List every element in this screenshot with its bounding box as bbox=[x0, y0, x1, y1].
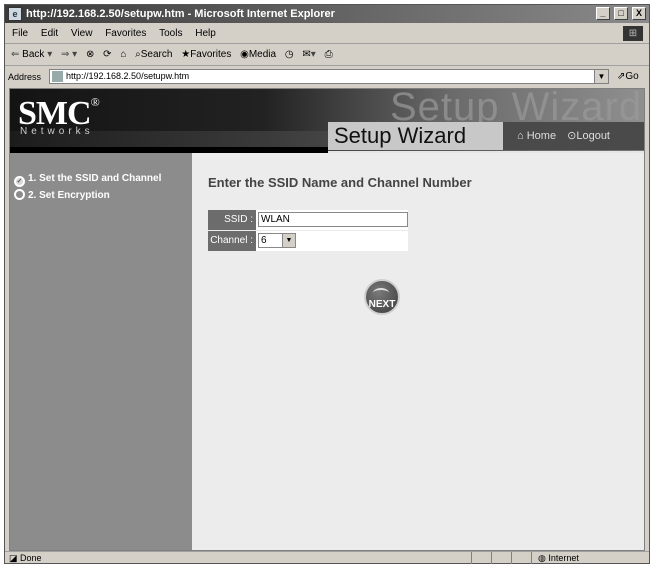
next-label: NEXT bbox=[368, 299, 396, 310]
chevron-down-icon: ▼ bbox=[282, 234, 295, 247]
logout-label: Logout bbox=[576, 130, 610, 142]
registered-mark: ® bbox=[90, 94, 100, 109]
chevron-down-icon: ▾ bbox=[47, 49, 53, 60]
menu-edit[interactable]: Edit bbox=[41, 28, 58, 39]
close-button[interactable]: X bbox=[632, 7, 646, 20]
step-ssid-channel[interactable]: ✓ 1. Set the SSID and Channel bbox=[14, 173, 161, 187]
title-bar: e http://192.168.2.50/setupw.htm - Micro… bbox=[5, 5, 649, 23]
print-button[interactable]: ⎙ bbox=[325, 45, 333, 65]
page-done-icon: ◪ bbox=[9, 553, 18, 563]
stop-button[interactable]: ⊗ bbox=[86, 45, 94, 65]
address-bar: Address http://192.168.2.50/setupw.htm ▼… bbox=[5, 67, 649, 87]
status-segment bbox=[471, 552, 492, 564]
menu-tools[interactable]: Tools bbox=[159, 28, 182, 39]
refresh-button[interactable]: ⟳ bbox=[103, 45, 111, 65]
logout-link[interactable]: ⊙Logout bbox=[567, 130, 610, 142]
page-icon bbox=[52, 71, 63, 82]
channel-label: Channel : bbox=[208, 231, 256, 251]
channel-select[interactable]: 6 ▼ bbox=[258, 233, 296, 248]
next-button[interactable]: NEXT bbox=[364, 279, 400, 315]
status-segment bbox=[491, 552, 512, 564]
step-label: 1. Set the SSID and Channel bbox=[28, 173, 162, 184]
page-content: SMC® Networks Setup Wizard Setup Wizard … bbox=[9, 88, 645, 551]
address-label: Address bbox=[8, 72, 42, 82]
page-heading: Enter the SSID Name and Channel Number bbox=[208, 175, 472, 190]
channel-value: 6 bbox=[261, 235, 267, 246]
menu-bar: File Edit View Favorites Tools Help ⊞ bbox=[5, 24, 649, 44]
status-text: ◪ Done bbox=[9, 552, 42, 564]
media-icon: ◉ bbox=[240, 49, 249, 60]
go-button[interactable]: ⇗Go bbox=[617, 67, 639, 87]
maximize-button[interactable]: □ bbox=[613, 7, 628, 20]
ssid-input[interactable]: WLAN bbox=[258, 212, 408, 227]
print-icon: ⎙ bbox=[324, 49, 333, 60]
check-circle-icon: ✓ bbox=[14, 176, 25, 187]
address-dropdown-icon[interactable]: ▼ bbox=[594, 70, 608, 83]
history-icon: ◷ bbox=[284, 49, 294, 60]
next-swoosh-icon bbox=[373, 288, 389, 298]
menu-favorites[interactable]: Favorites bbox=[105, 28, 146, 39]
favorites-label: Favorites bbox=[190, 49, 232, 60]
back-button[interactable]: ⇐ Back ▾ bbox=[11, 45, 52, 65]
browser-window: e http://192.168.2.50/setupw.htm - Micro… bbox=[4, 4, 650, 564]
globe-icon: ◍ bbox=[538, 553, 546, 563]
menu-help[interactable]: Help bbox=[195, 28, 216, 39]
menu-view[interactable]: View bbox=[71, 28, 93, 39]
menu-file[interactable]: File bbox=[12, 28, 28, 39]
favorites-icon: ★ bbox=[181, 49, 191, 60]
home-label: Home bbox=[526, 130, 557, 142]
go-label: Go bbox=[625, 71, 639, 82]
channel-row: Channel : 6 ▼ bbox=[208, 231, 408, 251]
stop-icon: ⊗ bbox=[85, 49, 95, 60]
media-label: Media bbox=[248, 49, 277, 60]
zone-label: Internet bbox=[548, 553, 579, 563]
setup-wizard-title: Setup Wizard bbox=[328, 122, 503, 150]
history-button[interactable]: ◷ bbox=[285, 45, 294, 65]
step-encryption[interactable]: 2. Set Encryption bbox=[14, 189, 110, 201]
home-icon: ⌂ bbox=[517, 130, 524, 142]
ssid-channel-form: SSID : WLAN Channel : 6 ▼ bbox=[208, 210, 408, 252]
window-title: http://192.168.2.50/setupw.htm - Microso… bbox=[26, 8, 335, 20]
home-button[interactable]: ⌂ bbox=[120, 45, 126, 65]
mail-button[interactable]: ✉▾ bbox=[302, 45, 315, 65]
networks-tagline: Networks bbox=[20, 126, 94, 137]
back-arrow-icon: ⇐ bbox=[11, 49, 20, 60]
status-bar: ◪ Done ◍ Internet bbox=[5, 551, 649, 564]
address-input[interactable]: http://192.168.2.50/setupw.htm ▼ bbox=[49, 69, 609, 84]
home-icon: ⌂ bbox=[120, 49, 127, 60]
ie-page-icon: e bbox=[8, 7, 22, 21]
chevron-down-icon: ▾ bbox=[310, 49, 316, 60]
home-link[interactable]: ⌂ Home bbox=[517, 130, 556, 142]
minimize-button[interactable]: _ bbox=[595, 7, 610, 20]
wizard-main: Enter the SSID Name and Channel Number S… bbox=[192, 153, 644, 550]
address-url: http://192.168.2.50/setupw.htm bbox=[66, 71, 190, 81]
empty-circle-icon bbox=[14, 189, 25, 200]
chevron-down-icon: ▾ bbox=[72, 49, 78, 60]
refresh-icon: ⟳ bbox=[103, 49, 112, 60]
favorites-button[interactable]: ★Favorites bbox=[181, 45, 231, 65]
media-button[interactable]: ◉Media bbox=[240, 45, 276, 65]
ssid-row: SSID : WLAN bbox=[208, 210, 408, 230]
search-button[interactable]: ⌕Search bbox=[135, 45, 172, 65]
status-segment bbox=[511, 552, 532, 564]
step-label: 2. Set Encryption bbox=[28, 190, 110, 201]
search-label: Search bbox=[140, 49, 173, 60]
back-label: Back bbox=[22, 49, 45, 60]
forward-button[interactable]: ⇒ ▾ bbox=[61, 45, 77, 65]
forward-arrow-icon: ⇒ bbox=[61, 49, 70, 60]
security-zone: ◍ Internet bbox=[538, 552, 579, 564]
top-nav: ⌂ Home ⊙Logout bbox=[503, 122, 644, 150]
ssid-label: SSID : bbox=[208, 210, 256, 230]
logout-icon: ⊙ bbox=[567, 130, 577, 142]
mail-icon: ✉ bbox=[302, 49, 311, 60]
windows-logo-icon: ⊞ bbox=[623, 26, 643, 41]
standard-toolbar: ⇐ Back ▾ ⇒ ▾ ⊗ ⟳ ⌂ ⌕Search ★Favorites ◉M… bbox=[5, 45, 649, 66]
status-label: Done bbox=[20, 553, 42, 563]
wizard-steps-sidebar: ✓ 1. Set the SSID and Channel 2. Set Encr… bbox=[10, 153, 192, 550]
